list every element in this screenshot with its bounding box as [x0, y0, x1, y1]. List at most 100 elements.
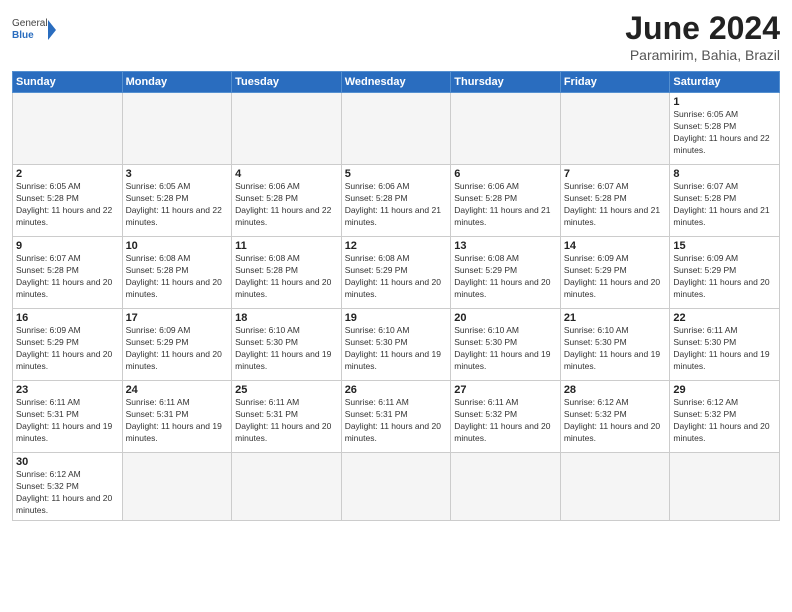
cell-info: Sunrise: 6:11 AMSunset: 5:31 PMDaylight:… — [16, 397, 119, 445]
location: Paramirim, Bahia, Brazil — [625, 47, 780, 63]
date-number: 25 — [235, 384, 338, 396]
date-number: 29 — [673, 384, 776, 396]
date-number: 15 — [673, 240, 776, 252]
table-row: 4Sunrise: 6:06 AMSunset: 5:28 PMDaylight… — [232, 165, 342, 237]
svg-text:General: General — [12, 18, 48, 29]
table-row — [451, 93, 561, 165]
table-row — [341, 93, 451, 165]
svg-text:Blue: Blue — [12, 30, 34, 41]
table-row: 19Sunrise: 6:10 AMSunset: 5:30 PMDayligh… — [341, 309, 451, 381]
table-row — [13, 93, 123, 165]
calendar-table: Sunday Monday Tuesday Wednesday Thursday… — [12, 71, 780, 521]
table-row: 18Sunrise: 6:10 AMSunset: 5:30 PMDayligh… — [232, 309, 342, 381]
cell-info: Sunrise: 6:07 AMSunset: 5:28 PMDaylight:… — [16, 253, 119, 301]
table-row: 28Sunrise: 6:12 AMSunset: 5:32 PMDayligh… — [560, 381, 670, 453]
date-number: 9 — [16, 240, 119, 252]
cell-info: Sunrise: 6:11 AMSunset: 5:31 PMDaylight:… — [126, 397, 229, 445]
table-row: 1Sunrise: 6:05 AMSunset: 5:28 PMDaylight… — [670, 93, 780, 165]
cell-info: Sunrise: 6:12 AMSunset: 5:32 PMDaylight:… — [673, 397, 776, 445]
table-row — [232, 93, 342, 165]
date-number: 27 — [454, 384, 557, 396]
table-row — [560, 453, 670, 521]
table-row: 3Sunrise: 6:05 AMSunset: 5:28 PMDaylight… — [122, 165, 232, 237]
date-number: 19 — [345, 312, 448, 324]
table-row: 6Sunrise: 6:06 AMSunset: 5:28 PMDaylight… — [451, 165, 561, 237]
table-row — [670, 453, 780, 521]
table-row: 17Sunrise: 6:09 AMSunset: 5:29 PMDayligh… — [122, 309, 232, 381]
date-number: 23 — [16, 384, 119, 396]
cell-info: Sunrise: 6:08 AMSunset: 5:28 PMDaylight:… — [126, 253, 229, 301]
date-number: 16 — [16, 312, 119, 324]
cell-info: Sunrise: 6:11 AMSunset: 5:31 PMDaylight:… — [235, 397, 338, 445]
date-number: 20 — [454, 312, 557, 324]
table-row — [341, 453, 451, 521]
table-row: 10Sunrise: 6:08 AMSunset: 5:28 PMDayligh… — [122, 237, 232, 309]
date-number: 18 — [235, 312, 338, 324]
date-number: 3 — [126, 168, 229, 180]
table-row: 21Sunrise: 6:10 AMSunset: 5:30 PMDayligh… — [560, 309, 670, 381]
cell-info: Sunrise: 6:06 AMSunset: 5:28 PMDaylight:… — [454, 181, 557, 229]
table-row: 11Sunrise: 6:08 AMSunset: 5:28 PMDayligh… — [232, 237, 342, 309]
table-row — [122, 93, 232, 165]
cell-info: Sunrise: 6:11 AMSunset: 5:30 PMDaylight:… — [673, 325, 776, 373]
date-number: 13 — [454, 240, 557, 252]
cell-info: Sunrise: 6:08 AMSunset: 5:29 PMDaylight:… — [345, 253, 448, 301]
table-row: 13Sunrise: 6:08 AMSunset: 5:29 PMDayligh… — [451, 237, 561, 309]
cell-info: Sunrise: 6:10 AMSunset: 5:30 PMDaylight:… — [345, 325, 448, 373]
cell-info: Sunrise: 6:09 AMSunset: 5:29 PMDaylight:… — [564, 253, 667, 301]
cell-info: Sunrise: 6:08 AMSunset: 5:28 PMDaylight:… — [235, 253, 338, 301]
date-number: 5 — [345, 168, 448, 180]
table-row: 22Sunrise: 6:11 AMSunset: 5:30 PMDayligh… — [670, 309, 780, 381]
page-header: General Blue June 2024 Paramirim, Bahia,… — [12, 10, 780, 63]
logo: General Blue — [12, 10, 56, 54]
col-sunday: Sunday — [13, 72, 123, 93]
date-number: 10 — [126, 240, 229, 252]
calendar-header-row: Sunday Monday Tuesday Wednesday Thursday… — [13, 72, 780, 93]
table-row: 25Sunrise: 6:11 AMSunset: 5:31 PMDayligh… — [232, 381, 342, 453]
table-row: 26Sunrise: 6:11 AMSunset: 5:31 PMDayligh… — [341, 381, 451, 453]
cell-info: Sunrise: 6:12 AMSunset: 5:32 PMDaylight:… — [16, 469, 119, 517]
cell-info: Sunrise: 6:09 AMSunset: 5:29 PMDaylight:… — [673, 253, 776, 301]
date-number: 26 — [345, 384, 448, 396]
date-number: 21 — [564, 312, 667, 324]
logo-icon: General Blue — [12, 10, 56, 54]
table-row — [451, 453, 561, 521]
cell-info: Sunrise: 6:08 AMSunset: 5:29 PMDaylight:… — [454, 253, 557, 301]
col-friday: Friday — [560, 72, 670, 93]
date-number: 14 — [564, 240, 667, 252]
date-number: 2 — [16, 168, 119, 180]
cell-info: Sunrise: 6:09 AMSunset: 5:29 PMDaylight:… — [126, 325, 229, 373]
col-thursday: Thursday — [451, 72, 561, 93]
date-number: 22 — [673, 312, 776, 324]
cell-info: Sunrise: 6:05 AMSunset: 5:28 PMDaylight:… — [16, 181, 119, 229]
table-row: 30Sunrise: 6:12 AMSunset: 5:32 PMDayligh… — [13, 453, 123, 521]
date-number: 1 — [673, 96, 776, 108]
table-row: 9Sunrise: 6:07 AMSunset: 5:28 PMDaylight… — [13, 237, 123, 309]
date-number: 28 — [564, 384, 667, 396]
table-row: 20Sunrise: 6:10 AMSunset: 5:30 PMDayligh… — [451, 309, 561, 381]
cell-info: Sunrise: 6:10 AMSunset: 5:30 PMDaylight:… — [235, 325, 338, 373]
date-number: 7 — [564, 168, 667, 180]
table-row: 27Sunrise: 6:11 AMSunset: 5:32 PMDayligh… — [451, 381, 561, 453]
month-title: June 2024 — [625, 10, 780, 47]
date-number: 24 — [126, 384, 229, 396]
cell-info: Sunrise: 6:07 AMSunset: 5:28 PMDaylight:… — [564, 181, 667, 229]
table-row: 12Sunrise: 6:08 AMSunset: 5:29 PMDayligh… — [341, 237, 451, 309]
date-number: 11 — [235, 240, 338, 252]
table-row: 8Sunrise: 6:07 AMSunset: 5:28 PMDaylight… — [670, 165, 780, 237]
table-row: 5Sunrise: 6:06 AMSunset: 5:28 PMDaylight… — [341, 165, 451, 237]
table-row: 29Sunrise: 6:12 AMSunset: 5:32 PMDayligh… — [670, 381, 780, 453]
cell-info: Sunrise: 6:05 AMSunset: 5:28 PMDaylight:… — [673, 109, 776, 157]
table-row — [560, 93, 670, 165]
table-row: 7Sunrise: 6:07 AMSunset: 5:28 PMDaylight… — [560, 165, 670, 237]
date-number: 12 — [345, 240, 448, 252]
date-number: 6 — [454, 168, 557, 180]
table-row: 2Sunrise: 6:05 AMSunset: 5:28 PMDaylight… — [13, 165, 123, 237]
cell-info: Sunrise: 6:06 AMSunset: 5:28 PMDaylight:… — [235, 181, 338, 229]
table-row: 14Sunrise: 6:09 AMSunset: 5:29 PMDayligh… — [560, 237, 670, 309]
cell-info: Sunrise: 6:12 AMSunset: 5:32 PMDaylight:… — [564, 397, 667, 445]
cell-info: Sunrise: 6:06 AMSunset: 5:28 PMDaylight:… — [345, 181, 448, 229]
table-row — [122, 453, 232, 521]
cell-info: Sunrise: 6:07 AMSunset: 5:28 PMDaylight:… — [673, 181, 776, 229]
cell-info: Sunrise: 6:11 AMSunset: 5:32 PMDaylight:… — [454, 397, 557, 445]
